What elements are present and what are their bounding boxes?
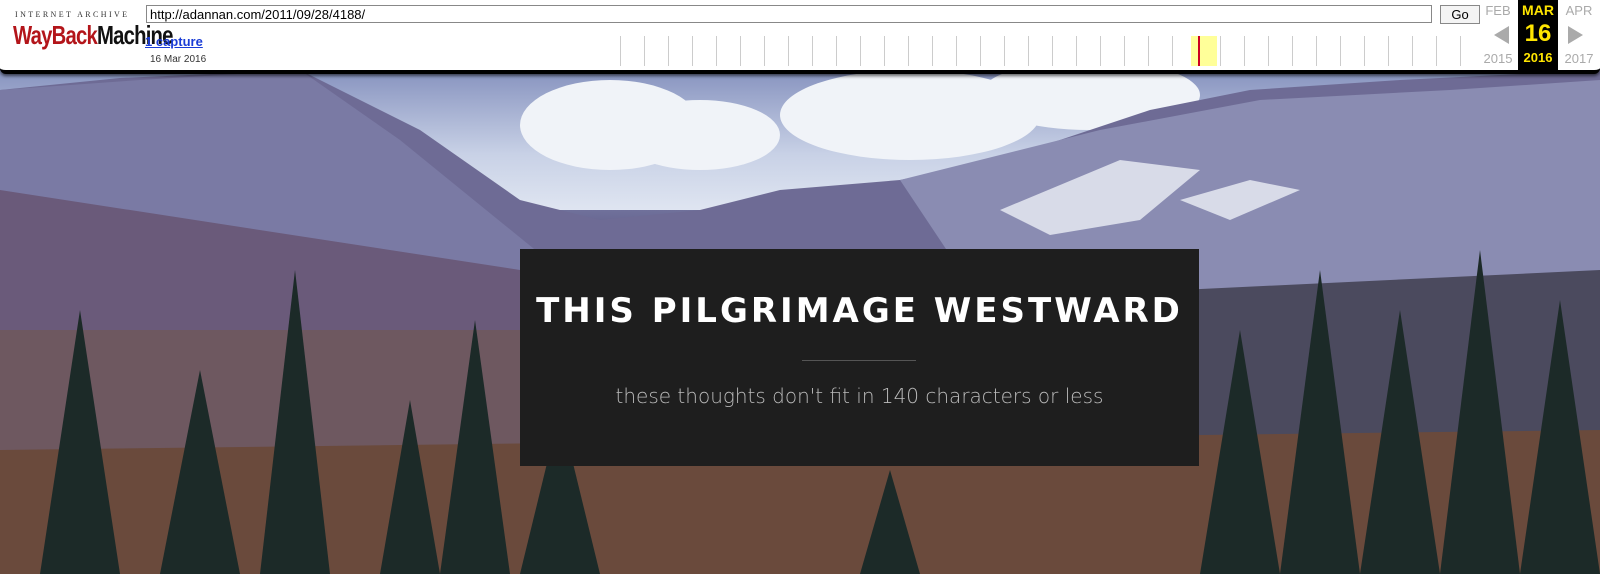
prev-year-label[interactable]: 2015 xyxy=(1480,51,1516,66)
sparkline-month-tick xyxy=(1388,36,1389,66)
sparkline-month-tick xyxy=(740,36,741,66)
sparkline-month-tick xyxy=(980,36,981,66)
prev-month-label[interactable]: FEB xyxy=(1480,3,1516,18)
sparkline-month-tick xyxy=(860,36,861,66)
sparkline-month-tick xyxy=(1412,36,1413,66)
title-divider xyxy=(802,360,916,361)
sparkline-month-tick xyxy=(716,36,717,66)
sparkline-capture-marker[interactable] xyxy=(1198,36,1200,66)
sparkline-month-tick xyxy=(620,36,621,66)
sparkline-month-tick xyxy=(1292,36,1293,66)
sparkline-month-tick xyxy=(884,36,885,66)
sparkline-month-tick xyxy=(1460,36,1461,66)
sparkline-month-tick xyxy=(1220,36,1221,66)
go-button[interactable]: Go xyxy=(1440,5,1480,24)
sparkline-month-tick xyxy=(668,36,669,66)
next-year-label[interactable]: 2017 xyxy=(1561,51,1597,66)
captures-link[interactable]: 1 capture xyxy=(145,34,203,49)
sparkline-month-tick xyxy=(1028,36,1029,66)
sparkline-month-tick xyxy=(836,36,837,66)
current-month-label: MAR xyxy=(1522,2,1554,18)
sparkline-month-tick xyxy=(1148,36,1149,66)
sparkline-month-tick xyxy=(1076,36,1077,66)
capture-sparkline[interactable] xyxy=(620,36,1472,66)
sparkline-month-tick xyxy=(692,36,693,66)
site-tagline: these thoughts don't fit in 140 characte… xyxy=(615,384,1104,408)
sparkline-month-tick xyxy=(788,36,789,66)
hero-background-image: THIS PILGRIMAGE WESTWARD these thoughts … xyxy=(0,70,1600,574)
sparkline-month-tick xyxy=(1316,36,1317,66)
sparkline-month-tick xyxy=(1268,36,1269,66)
sparkline-month-tick xyxy=(1052,36,1053,66)
sparkline-month-tick xyxy=(1244,36,1245,66)
sparkline-month-tick xyxy=(764,36,765,66)
prev-capture-arrow-icon[interactable] xyxy=(1494,26,1509,44)
sparkline-month-tick xyxy=(1124,36,1125,66)
sparkline-month-tick xyxy=(932,36,933,66)
current-capture-date: MAR 16 2016 xyxy=(1518,0,1558,70)
sparkline-month-tick xyxy=(644,36,645,66)
next-month-label[interactable]: APR xyxy=(1561,3,1597,18)
sparkline-month-tick xyxy=(1436,36,1437,66)
url-input[interactable] xyxy=(146,5,1432,23)
current-day-label: 16 xyxy=(1524,20,1552,47)
wayback-logo[interactable]: INTERNET ARCHIVE WayBackMachine xyxy=(12,8,173,58)
sparkline-month-tick xyxy=(1340,36,1341,66)
logo-wayback-word: WayBack xyxy=(13,20,98,50)
site-title[interactable]: THIS PILGRIMAGE WESTWARD xyxy=(520,291,1199,331)
next-capture-arrow-icon[interactable] xyxy=(1568,26,1583,44)
wayback-toolbar: INTERNET ARCHIVE WayBackMachine Go 1 cap… xyxy=(0,0,1600,74)
sparkline-highlight xyxy=(1191,36,1217,66)
sparkline-month-tick xyxy=(1172,36,1173,66)
site-header-box: THIS PILGRIMAGE WESTWARD these thoughts … xyxy=(520,249,1199,466)
sparkline-month-tick xyxy=(1004,36,1005,66)
sparkline-month-tick xyxy=(908,36,909,66)
sparkline-month-tick xyxy=(956,36,957,66)
sparkline-month-tick xyxy=(1364,36,1365,66)
logo-internet-archive-text: INTERNET ARCHIVE xyxy=(15,10,130,19)
sparkline-month-tick xyxy=(1100,36,1101,66)
sparkline-month-tick xyxy=(812,36,813,66)
current-year-label: 2016 xyxy=(1523,50,1553,65)
capture-date: 16 Mar 2016 xyxy=(150,54,207,65)
